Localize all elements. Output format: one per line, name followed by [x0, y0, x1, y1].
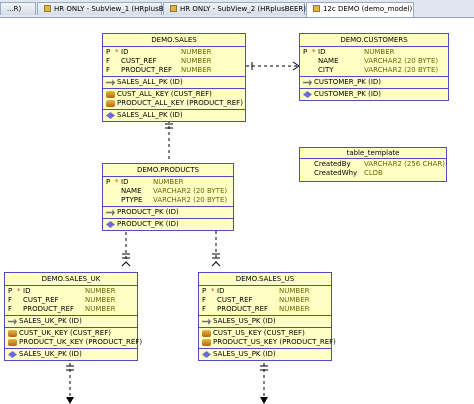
primary-key-list: CUSTOMER_PK (ID) — [300, 77, 448, 89]
foreign-key-icon — [8, 339, 17, 346]
entity-demo-sales-uk[interactable]: DEMO.SALES_UK P * ID NUMBER F CUST_REF NUMBER… — [4, 272, 142, 361]
tab-overflow[interactable]: ...R) — [0, 2, 36, 15]
foreign-key-icon — [202, 330, 211, 337]
arrow-head — [260, 397, 268, 404]
pk-row: PRODUCT_PK (ID) — [103, 208, 233, 217]
fk-row: PRODUCT_US_KEY (PRODUCT_REF) — [199, 338, 336, 347]
column-list: P * ID NUMBER F CUST_REF NUMBER F PRODUCT_REF N… — [103, 47, 245, 77]
column-row: P * ID NUMBER — [303, 48, 395, 56]
template-title: table_template — [300, 148, 446, 159]
index-icon — [8, 351, 17, 358]
fk-row: CUST_ALL_KEY (CUST_REF) — [103, 90, 245, 99]
table-template[interactable]: table_template CreatedBy VARCHAR2 (256 CH… — [299, 147, 447, 182]
index-row: SALES_UK_PK (ID) — [5, 350, 137, 359]
foreign-key-icon — [202, 339, 211, 346]
column-row: P * ID NUMBER — [8, 287, 116, 295]
primary-key-list: SALES_US_PK (ID) — [199, 316, 331, 328]
fk-row: CUST_US_KEY (CUST_REF) — [199, 329, 331, 338]
column-list: P * ID NUMBER NAME VARCHAR2 (20 BYTE) CITY VA… — [300, 47, 448, 77]
index-row: PRODUCT_PK (ID) — [103, 220, 233, 229]
foreign-key-list: CUST_ALL_KEY (CUST_REF) PRODUCT_ALL_KEY … — [103, 89, 245, 110]
entity-title: DEMO.SALES_UK — [5, 273, 137, 286]
column-row: NAME VARCHAR2 (20 BYTE) — [318, 57, 439, 65]
entity-title: DEMO.SALES — [103, 34, 245, 47]
foreign-key-icon — [106, 100, 115, 107]
fk-row: CUST_UK_KEY (CUST_REF) — [5, 329, 137, 338]
template-row: CreatedBy VARCHAR2 (256 CHAR) — [314, 160, 445, 168]
fk-row: PRODUCT_ALL_KEY (PRODUCT_REF) — [103, 99, 245, 108]
pk-row: SALES_US_PK (ID) — [199, 317, 331, 326]
entity-title: DEMO.PRODUCTS — [103, 164, 233, 177]
column-list: P * ID NUMBER F CUST_REF NUMBER F PRODUCT_REF N… — [199, 286, 331, 316]
arrow-head — [121, 261, 131, 267]
index-list: SALES_ALL_PK (ID) — [103, 110, 245, 121]
column-list: P * ID NUMBER F CUST_REF NUMBER F PRODUCT_REF N… — [5, 286, 137, 316]
tab-bar: ...R) HR ONLY - SubView_1 (HRplusBEER) H… — [0, 0, 474, 18]
diagram-icon — [313, 5, 320, 12]
pk-row: CUSTOMER_PK (ID) — [300, 78, 448, 87]
index-row: CUSTOMER_PK (ID) — [300, 90, 448, 99]
primary-key-icon — [106, 209, 115, 216]
index-icon — [202, 351, 211, 358]
foreign-key-list: CUST_UK_KEY (CUST_REF) PRODUCT_UK_KEY (P… — [5, 328, 142, 349]
pk-row: SALES_ALL_PK (ID) — [103, 78, 245, 87]
foreign-key-icon — [8, 330, 17, 337]
tab-12c-demo[interactable]: 12c DEMO (demo_model) — [306, 2, 414, 17]
column-row: F CUST_REF NUMBER — [8, 296, 116, 304]
entity-demo-sales-us[interactable]: DEMO.SALES_US P * ID NUMBER F CUST_REF NUMBER… — [198, 272, 336, 361]
column-row: P * ID NUMBER — [106, 178, 184, 186]
tab-hr-subview-2[interactable]: HR ONLY - SubView_2 (HRplusBEER) — [163, 2, 307, 15]
tab-label: ...R) — [7, 5, 22, 13]
index-row: SALES_ALL_PK (ID) — [103, 111, 245, 120]
column-row: F CUST_REF NUMBER — [202, 296, 310, 304]
primary-key-list: SALES_ALL_PK (ID) — [103, 77, 245, 89]
template-columns: CreatedBy VARCHAR2 (256 CHAR) CreatedWhy C… — [300, 159, 446, 181]
entity-demo-customers[interactable]: DEMO.CUSTOMERS P * ID NUMBER NAME VARCHAR2 (… — [299, 33, 449, 101]
primary-key-icon — [202, 318, 211, 325]
column-row: PTYPE VARCHAR2 (20 BYTE) — [121, 196, 228, 204]
diagram-icon — [170, 5, 177, 12]
foreign-key-list: CUST_US_KEY (CUST_REF) PRODUCT_US_KEY (P… — [199, 328, 336, 349]
column-list: P * ID NUMBER NAME VARCHAR2 (20 BYTE) PTYPE V… — [103, 177, 233, 207]
column-row: F CUST_REF NUMBER — [106, 57, 212, 65]
index-list: PRODUCT_PK (ID) — [103, 219, 233, 230]
column-row: P * ID NUMBER — [202, 287, 310, 295]
primary-key-list: SALES_UK_PK (ID) — [5, 316, 137, 328]
diagram-canvas[interactable]: DEMO.SALES P * ID NUMBER F CUST_REF NUMBER FP… — [0, 17, 474, 404]
tab-label: HR ONLY - SubView_1 (HRplusBEER) — [54, 5, 181, 13]
column-row: F PRODUCT_REF NUMBER — [106, 66, 212, 74]
pk-row: SALES_UK_PK (ID) — [5, 317, 137, 326]
tab-label: HR ONLY - SubView_2 (HRplusBEER) — [180, 5, 307, 13]
arrow-head — [211, 261, 221, 267]
index-icon — [106, 112, 115, 119]
tab-label: 12c DEMO (demo_model) — [323, 5, 413, 13]
primary-key-icon — [8, 318, 17, 325]
primary-key-icon — [303, 79, 312, 86]
column-row: NAME VARCHAR2 (20 BYTE) — [121, 187, 228, 195]
template-row: CreatedWhy CLOB — [314, 169, 383, 177]
index-list: CUSTOMER_PK (ID) — [300, 89, 448, 100]
column-row: P * ID NUMBER — [106, 48, 212, 56]
column-row: CITY VARCHAR2 (20 BYTE) — [318, 66, 439, 74]
index-icon — [106, 221, 115, 228]
foreign-key-icon — [106, 91, 115, 98]
arrow-head — [66, 397, 74, 404]
column-row: F PRODUCT_REF NUMBER — [8, 305, 116, 313]
primary-key-icon — [106, 79, 115, 86]
entity-title: DEMO.CUSTOMERS — [300, 34, 448, 47]
index-icon — [303, 91, 312, 98]
diagram-icon — [44, 5, 51, 12]
index-list: SALES_UK_PK (ID) — [5, 349, 137, 360]
index-list: SALES_US_PK (ID) — [199, 349, 331, 360]
primary-key-list: PRODUCT_PK (ID) — [103, 207, 233, 219]
tab-hr-subview-1[interactable]: HR ONLY - SubView_1 (HRplusBEER) — [37, 2, 180, 15]
fk-row: PRODUCT_UK_KEY (PRODUCT_REF) — [5, 338, 142, 347]
entity-demo-sales[interactable]: DEMO.SALES P * ID NUMBER F CUST_REF NUMBER FP… — [102, 33, 246, 122]
entity-demo-products[interactable]: DEMO.PRODUCTS P * ID NUMBER NAME VARCHAR2 (2… — [102, 163, 234, 231]
index-row: SALES_US_PK (ID) — [199, 350, 331, 359]
entity-title: DEMO.SALES_US — [199, 273, 331, 286]
column-row: F PRODUCT_REF NUMBER — [202, 305, 310, 313]
